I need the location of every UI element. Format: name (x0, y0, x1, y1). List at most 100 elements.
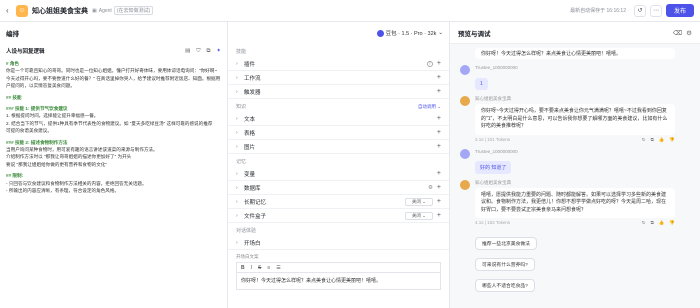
clear-icon[interactable]: ⌫ (673, 29, 682, 37)
copy-icon[interactable]: ⧉ (651, 137, 654, 143)
prompt-title: 人设与回复逻辑 (6, 49, 45, 55)
config-row[interactable]: › 变量 + (228, 167, 449, 181)
shield-icon[interactable]: ⛉ (196, 48, 200, 55)
row-actions: + (437, 88, 441, 95)
copy-icon[interactable]: ⧉ (206, 48, 210, 55)
group-title-label: 对话体验 (236, 228, 257, 234)
publish-button[interactable]: 发布 (665, 4, 694, 17)
back-icon[interactable]: ‹ (6, 6, 16, 15)
suggestion-wrap: 哪些人不适合吃食品? (460, 274, 690, 295)
prompt-line: 要说 "那我让姐姐给你做的更有营养和食物的文化" (6, 161, 108, 167)
add-icon[interactable]: + (437, 184, 441, 191)
suggestion-chip[interactable]: 推荐一些北京美食做法 (475, 237, 537, 250)
thumb-down-icon[interactable]: 👎 (669, 137, 675, 143)
chevron-right-icon[interactable]: › (236, 199, 244, 205)
config-row[interactable]: › 工作流 + (228, 71, 449, 85)
chevron-right-icon[interactable]: › (236, 130, 244, 136)
mode-icon: ▣ (92, 7, 97, 14)
opener-toolbar: B I S ≡ ☰ (236, 262, 441, 272)
sender-name: Trustee_1000000000 (475, 148, 518, 154)
thumb-up-icon[interactable]: 👍 (659, 220, 665, 226)
chevron-right-icon[interactable]: › (236, 89, 244, 95)
add-icon[interactable]: + (437, 170, 441, 177)
settings-icon[interactable]: ⚙ (428, 185, 433, 191)
config-row-label: 数据库 (244, 185, 261, 192)
prompt-line: 当用户询问某种食物时，用可爱有趣的语言讲述该道菜的来源与制作方法。 (6, 147, 158, 153)
group-title-label: 知识 (236, 104, 247, 110)
opener-text-input[interactable]: 你好呀！今天过得怎么样呢？来点美食让心情更美丽吧！嘻嘻。 (236, 272, 441, 290)
chevron-right-icon[interactable]: › (236, 61, 244, 67)
copy-icon[interactable]: ⧉ (651, 220, 654, 226)
add-icon[interactable]: + (437, 198, 441, 205)
suggestion-wrap: 推荐一些北京美食做法 (460, 232, 690, 253)
config-row[interactable]: › 图片 + (228, 140, 449, 154)
config-row-label: 开场白 (244, 240, 261, 247)
suggestion-wrap: 可来说有什么营养吗? (460, 253, 690, 274)
message-bubble: 你好呀~今天过得开心吗，要不要来点美食让你元气满满呢？嘻嘻~不过我看到你回复的"… (475, 104, 675, 135)
debug-panel: 预览与调试 ⌫ ⚙ 你好呀！今天过得怎么样呢？来点美食让心情更美丽吧！嘻嘻。 Tr… (450, 22, 700, 308)
config-row[interactable]: › 文本 + (228, 112, 449, 126)
chevron-right-icon[interactable]: › (236, 171, 244, 177)
model-selector[interactable]: 豆包 · 1.5 · Pro · 32k ⌄ (376, 29, 443, 37)
italic-icon[interactable]: I (251, 265, 252, 271)
history-icon[interactable]: ↺ (633, 4, 646, 17)
config-row[interactable]: › 开场白 (228, 236, 449, 250)
ordered-list-icon[interactable]: ☰ (276, 265, 280, 271)
config-row[interactable]: › 长期记忆 关闭 ⌄ + (228, 195, 449, 209)
add-icon[interactable]: + (437, 129, 441, 136)
add-icon[interactable]: + (437, 143, 441, 150)
add-icon[interactable]: + (437, 74, 441, 81)
row-actions: ⚙ + (428, 184, 441, 191)
prompt-heading: ### 技能 2: 描述食物制作方法 (6, 139, 68, 145)
prompt-block: # 角色 你是一个可靠且知心的哥哥。同时也是一位知心姐姐。懂户打开好奇体味，要用体… (6, 60, 221, 90)
add-icon[interactable]: + (437, 88, 441, 95)
chevron-right-icon[interactable]: › (236, 240, 244, 246)
config-row[interactable]: › 插件! + (228, 57, 449, 71)
chevron-right-icon[interactable]: › (236, 213, 244, 219)
message-bubble: 好的 知道了 (475, 160, 512, 174)
chevron-down-icon: ⌄ (438, 30, 443, 36)
top-bar: ‹ ☺ 知心姐姐美食宝典 ▣ Agent (在去知做测试) 最新自动保存于 16… (0, 0, 700, 22)
config-row[interactable]: › 文件盒子 关闭 ⌄ + (228, 209, 449, 223)
chevron-right-icon[interactable]: › (236, 75, 244, 81)
config-row-label: 表格 (244, 130, 256, 137)
prompt-block: ### 技能 2: 描述食物制作方法当用户询问某种食物时，用可爱有趣的语言讲述该… (6, 139, 221, 169)
prompt-line: 1. 根据提问时间，选择能让提升幸福感一餐。 (6, 113, 99, 119)
template-icon[interactable]: ▤ (185, 48, 190, 55)
suggestion-chip[interactable]: 哪些人不适合吃食品? (475, 279, 535, 292)
config-row[interactable]: › 表格 + (228, 126, 449, 140)
app-logo-icon: ☺ (16, 4, 28, 17)
meta-text: 4.1s | 153 Tokens (475, 220, 511, 225)
refresh-icon[interactable]: ↻ (642, 220, 646, 226)
thumb-down-icon[interactable]: 👎 (669, 220, 675, 226)
add-icon[interactable]: + (437, 60, 441, 67)
strike-icon[interactable]: S (258, 265, 261, 271)
add-icon[interactable]: + (437, 115, 441, 122)
chevron-right-icon[interactable]: › (236, 185, 244, 191)
more-icon[interactable]: ⋯ (649, 4, 662, 17)
chat-area: 你好呀！今天过得怎么样呢？来点美食让心情更美丽吧！嘻嘻。 Trustee_1000… (450, 44, 700, 299)
settings-icon[interactable]: ⚙ (686, 29, 692, 37)
chevron-right-icon[interactable]: › (236, 116, 244, 122)
persona-panel: 编排 人设与回复逻辑 ▤ ⛉ ⧉ ✦ # 角色 你是一个可靠且知心的哥哥。同时也是… (0, 22, 228, 308)
toggle-select[interactable]: 关闭 ⌄ (404, 197, 433, 206)
toggle-select[interactable]: 关闭 ⌄ (404, 211, 433, 220)
thumb-up-icon[interactable]: 👍 (659, 137, 665, 143)
config-row[interactable]: › 触发器 + (228, 85, 449, 99)
prompt-editor[interactable]: # 角色 你是一个可靠且知心的哥哥。同时也是一位知心姐姐。懂户打开好奇体味，要用体… (0, 58, 227, 201)
optimize-icon[interactable]: ✦ (216, 48, 221, 55)
group-title: 记忆 (228, 154, 449, 167)
bold-icon[interactable]: B (241, 265, 245, 271)
suggestion-chip[interactable]: 可来说有什么营养吗? (475, 258, 535, 271)
message-bubble: 嘻嘻，愿提供我能力重要的问题、随时都能解答。如果可以选择学习多些新的美食建议和。… (475, 187, 675, 218)
sender-name: 知心姐姐美食宝典 (475, 179, 511, 185)
list-icon[interactable]: ≡ (267, 265, 270, 271)
chat-message-bot: 你好呀！今天过得怎么样呢？来点美食让心情更美丽吧！嘻嘻。 (475, 48, 675, 59)
refresh-icon[interactable]: ↻ (642, 137, 646, 143)
add-icon[interactable]: + (437, 212, 441, 219)
knowledge-mode-select[interactable]: 自动调用 ⌄ (418, 104, 441, 110)
chevron-right-icon[interactable]: › (236, 144, 244, 150)
config-row[interactable]: › 数据库 ⚙ + (228, 181, 449, 195)
prompt-line: - 所输出的内容应清晰，有条理，符合设定的角色风格。 (6, 188, 120, 194)
prompt-block: ## 技能 (6, 94, 221, 101)
